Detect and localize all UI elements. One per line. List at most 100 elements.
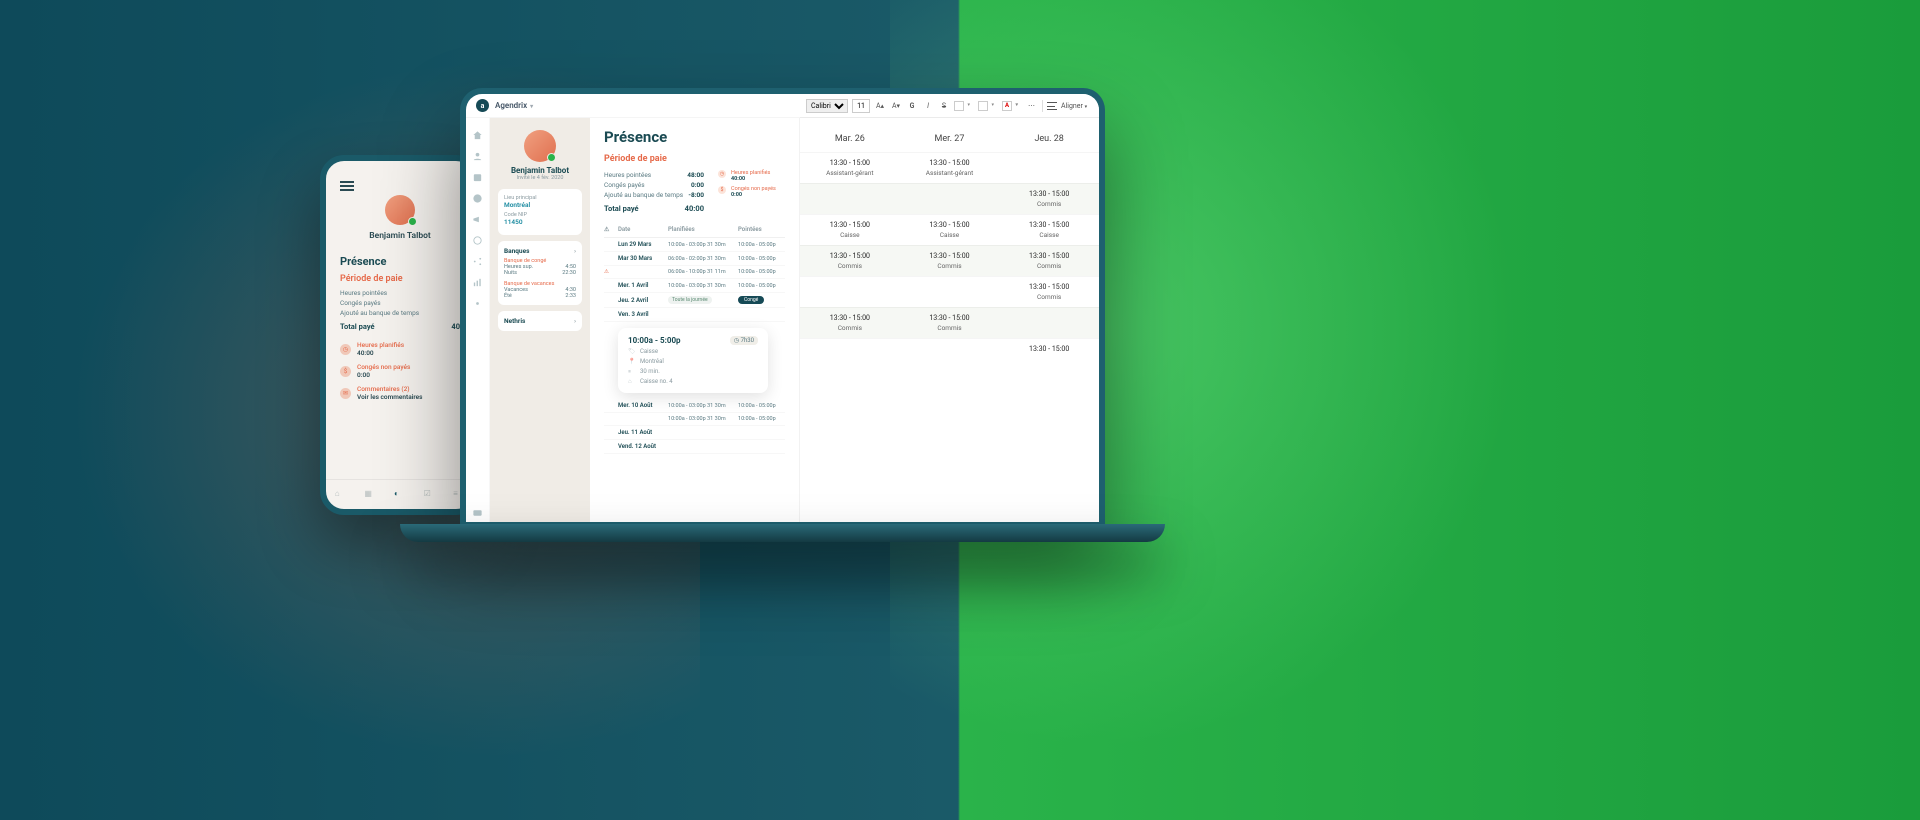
spreadsheet-cell[interactable]	[900, 184, 1000, 214]
clock-icon[interactable]	[472, 189, 483, 200]
table-row[interactable]: Jeu. 2 AvrilToute la journéeCongé	[604, 293, 785, 308]
phone-row: Congés payés	[326, 298, 474, 308]
table-row[interactable]: ⚠06:00a - 10:00p 31 11m10:00a - 05:00p	[604, 266, 785, 279]
border-button[interactable]	[954, 101, 964, 111]
side-stat: ◷Heures planifiés40:00	[718, 170, 785, 182]
spreadsheet-cell[interactable]	[999, 308, 1099, 338]
spreadsheet-cell[interactable]: 13:30 - 15:00Commis	[800, 246, 900, 276]
phone-row: Ajouté au banque de temps	[326, 308, 474, 318]
avatar	[524, 130, 556, 162]
font-shrink-icon[interactable]: A▾	[890, 102, 902, 110]
spreadsheet-cell[interactable]: 13:30 - 15:00Caisse	[800, 215, 900, 245]
spreadsheet-cell[interactable]: 13:30 - 15:00Commis	[900, 246, 1000, 276]
table-row[interactable]: Jeu. 11 Août	[604, 426, 785, 440]
spreadsheet-cell[interactable]	[800, 277, 900, 307]
home-icon[interactable]: ⌂	[335, 489, 347, 501]
till-icon: ⌂	[628, 378, 635, 385]
more-button[interactable]: ⋯	[1026, 102, 1038, 110]
summary-row: Heures pointées48:00	[604, 170, 704, 180]
tag-icon: 🏷	[628, 348, 635, 355]
phone-section: Période de paie	[326, 270, 474, 288]
nethris-card[interactable]: Nethris›	[498, 311, 582, 331]
spreadsheet-cell[interactable]: 13:30 - 15:00Commis	[999, 184, 1099, 214]
spreadsheet-header: Mar. 26 Mer. 27 Jeu. 28	[800, 118, 1099, 152]
shift-detail-card: 10:00a - 5:00p◷ 7h30 🏷Caisse 📍Montréal ⏸…	[618, 328, 768, 393]
bold-button[interactable]: G	[906, 102, 918, 110]
status-badge	[408, 217, 417, 226]
spreadsheet-cell[interactable]	[999, 153, 1099, 183]
banques-header[interactable]: Banques›	[504, 247, 576, 255]
font-size-input[interactable]	[852, 99, 870, 113]
megaphone-icon[interactable]	[472, 210, 483, 221]
table-row[interactable]: Lun 29 Mars10:00a - 03:00p 31 30m10:00a …	[604, 238, 785, 252]
spreadsheet-cell[interactable]: 13:30 - 15:00Assistant-gérant	[900, 153, 1000, 183]
shift-duration: ◷ 7h30	[730, 336, 758, 345]
spreadsheet-cell[interactable]: 13:30 - 15:00Commis	[800, 308, 900, 338]
banques-card: Banques› Banque de congé Heures sup.4:50…	[498, 241, 582, 305]
spreadsheet-cell[interactable]: 13:30 - 15:00Commis	[900, 308, 1000, 338]
phone-tabbar: ⌂ ▦ ◐ ☑ ≡	[326, 479, 474, 509]
chart-icon[interactable]	[472, 273, 483, 284]
font-grow-icon[interactable]: A▴	[874, 102, 886, 110]
font-color-button[interactable]: A	[1002, 101, 1012, 111]
summary-row: Ajouté au banque de temps-8:00	[604, 190, 704, 200]
page-title: Présence	[604, 128, 785, 146]
align-icon[interactable]	[1047, 102, 1057, 110]
font-select[interactable]: Calibri	[806, 99, 848, 113]
align-dropdown[interactable]: Aligner ▾	[1061, 102, 1087, 110]
home-icon[interactable]	[472, 126, 483, 137]
person-name: Benjamin Talbot	[340, 231, 460, 241]
calendar-icon[interactable]: ▦	[364, 489, 376, 501]
phone-total: Total payé40	[326, 318, 474, 332]
strike-button[interactable]: S	[938, 102, 950, 110]
check-icon[interactable]: ☑	[424, 489, 436, 501]
table-row[interactable]: Vend. 12 Août	[604, 440, 785, 454]
spreadsheet-cell[interactable]	[900, 339, 1000, 361]
phone-row: Heures pointées	[326, 288, 474, 298]
spreadsheet-cell[interactable]: 13:30 - 15:00Caisse	[999, 215, 1099, 245]
users-icon[interactable]	[472, 147, 483, 158]
profile-name: Benjamin Talbot	[498, 166, 582, 175]
table-header: ⚠DatePlanifiéesPointées	[604, 222, 785, 238]
gear-icon[interactable]	[472, 294, 483, 305]
card-icon[interactable]	[472, 503, 483, 514]
status-badge	[547, 153, 556, 162]
side-stat: $Congés non payés0:00	[718, 186, 785, 198]
table-row[interactable]: Mer. 10 Août10:00a - 03:00p 31 30m10:00a…	[604, 399, 785, 413]
target-icon[interactable]	[472, 231, 483, 242]
spreadsheet-cell[interactable]: 13:30 - 15:00Commis	[999, 246, 1099, 276]
dollar-icon: $	[340, 366, 351, 377]
spreadsheet-cell[interactable]: 13:30 - 15:00Commis	[999, 277, 1099, 307]
table-row[interactable]: 10:00a - 03:00p 31 30m10:00a - 05:00p	[604, 413, 785, 426]
italic-button[interactable]: I	[922, 102, 934, 110]
main-panel: Présence Période de paie Heures pointées…	[590, 118, 799, 522]
profile-panel: Benjamin Talbot Invité le 4 fév. 2020 Li…	[490, 118, 590, 522]
phone-card[interactable]: ✉Commentaires (2)Voir les commentaires	[326, 382, 474, 404]
table-row[interactable]: Mar 30 Mars06:00a - 02:00p 31 30m10:00a …	[604, 252, 785, 266]
spreadsheet-cell[interactable]	[800, 339, 900, 361]
comment-icon: ✉	[340, 388, 351, 399]
table-row[interactable]: Ven. 3 Avril	[604, 308, 785, 322]
phone-title: Présence	[326, 249, 474, 270]
hamburger-icon[interactable]	[340, 181, 354, 183]
laptop-base	[400, 524, 1165, 542]
phone-card: ◷Heures planifiés40:00	[326, 338, 474, 360]
dollar-icon: $	[718, 186, 726, 194]
spreadsheet-cell[interactable]: 13:30 - 15:00	[999, 339, 1099, 361]
shift-time: 10:00a - 5:00p	[628, 336, 681, 345]
fill-color-button[interactable]	[978, 101, 988, 111]
app-logo[interactable]: a	[476, 99, 489, 112]
share-icon[interactable]	[472, 252, 483, 263]
table-row[interactable]: Mer. 1 Avril10:00a - 03:00p 31 30m10:00a…	[604, 279, 785, 293]
spreadsheet-cell[interactable]	[900, 277, 1000, 307]
presence-icon[interactable]: ◐	[394, 489, 406, 501]
summary-row: Congés payés0:00	[604, 180, 704, 190]
format-toolbar: Calibri A▴ A▾ G I S A ⋯ Aligner ▾	[800, 94, 1099, 118]
calendar-icon[interactable]	[472, 168, 483, 179]
spreadsheet-cell[interactable]	[800, 184, 900, 214]
section-title: Période de paie	[604, 154, 785, 164]
spreadsheet-cell[interactable]: 13:30 - 15:00Caisse	[900, 215, 1000, 245]
spreadsheet-panel: Calibri A▴ A▾ G I S A ⋯ Aligner ▾ Mar. 2…	[799, 118, 1099, 522]
brand-dropdown[interactable]: Agendrix▾	[495, 101, 533, 110]
spreadsheet-cell[interactable]: 13:30 - 15:00Assistant-gérant	[800, 153, 900, 183]
